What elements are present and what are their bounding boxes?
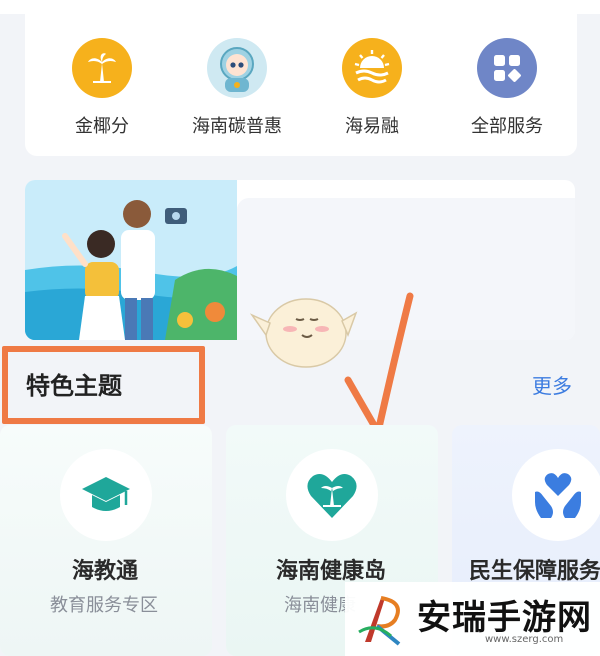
theme-card-haijiaotong[interactable]: 海教通 教育服务专区 bbox=[0, 425, 212, 656]
banner-illustration bbox=[25, 180, 237, 340]
grid-apps-icon bbox=[477, 38, 537, 98]
service-label: 金椰分 bbox=[75, 116, 129, 137]
service-jinyefen[interactable]: 金椰分 bbox=[37, 38, 167, 138]
palm-tree-icon bbox=[72, 38, 132, 98]
watermark-logo-icon bbox=[358, 596, 401, 646]
site-watermark: 安瑞手游网 www.szerg.com bbox=[345, 582, 600, 656]
service-haiyirong[interactable]: 海易融 bbox=[307, 38, 437, 138]
section-title: 特色主题 bbox=[26, 372, 122, 400]
service-tanpuhui[interactable]: 海南碳普惠 bbox=[172, 38, 302, 138]
more-link[interactable]: 更多 bbox=[532, 370, 572, 399]
services-card: 金椰分 海南碳普惠 海易融 全部服务 bbox=[25, 0, 577, 156]
theme-title: 海南健康岛 bbox=[276, 559, 387, 584]
watermark-url: www.szerg.com bbox=[485, 634, 564, 645]
watermark-text: 安瑞手游网 bbox=[417, 598, 592, 638]
astronaut-icon bbox=[207, 38, 267, 98]
service-label: 全部服务 bbox=[471, 116, 543, 137]
hands-heart-icon bbox=[512, 449, 600, 541]
annotation-arrow-icon bbox=[344, 292, 414, 436]
theme-title: 海教通 bbox=[72, 559, 139, 584]
heart-palm-icon bbox=[286, 449, 378, 541]
service-all[interactable]: 全部服务 bbox=[442, 38, 572, 138]
theme-title: 民生保障服务 bbox=[469, 559, 600, 584]
graduation-cap-icon bbox=[60, 449, 152, 541]
theme-subtitle: 教育服务专区 bbox=[50, 595, 158, 616]
sun-waves-icon bbox=[342, 38, 402, 98]
service-label: 海易融 bbox=[345, 116, 399, 137]
service-label: 海南碳普惠 bbox=[192, 116, 282, 137]
